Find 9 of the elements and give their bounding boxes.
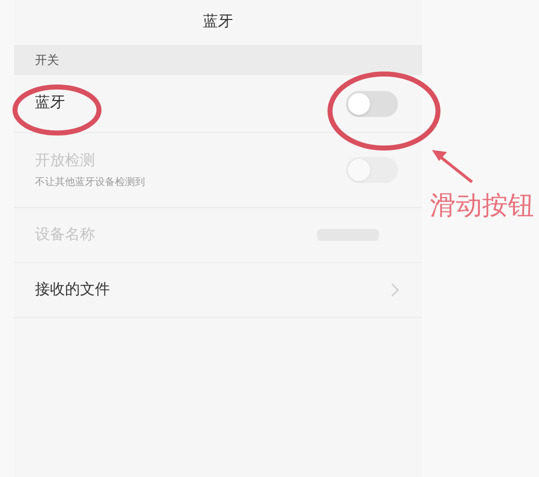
annotation-arrow bbox=[430, 148, 474, 184]
section-header: 开关 bbox=[35, 52, 59, 69]
screen-title: 蓝牙 bbox=[203, 12, 233, 32]
annotation-text: 滑动按钮 bbox=[430, 189, 534, 222]
row-subtitle: 不让其他蓝牙设备检测到 bbox=[35, 176, 145, 190]
row-label: 接收的文件 bbox=[35, 280, 110, 300]
chevron-right-icon[interactable] bbox=[391, 283, 399, 297]
row-label: 蓝牙 bbox=[35, 93, 65, 114]
toggle-switch[interactable] bbox=[346, 90, 398, 116]
